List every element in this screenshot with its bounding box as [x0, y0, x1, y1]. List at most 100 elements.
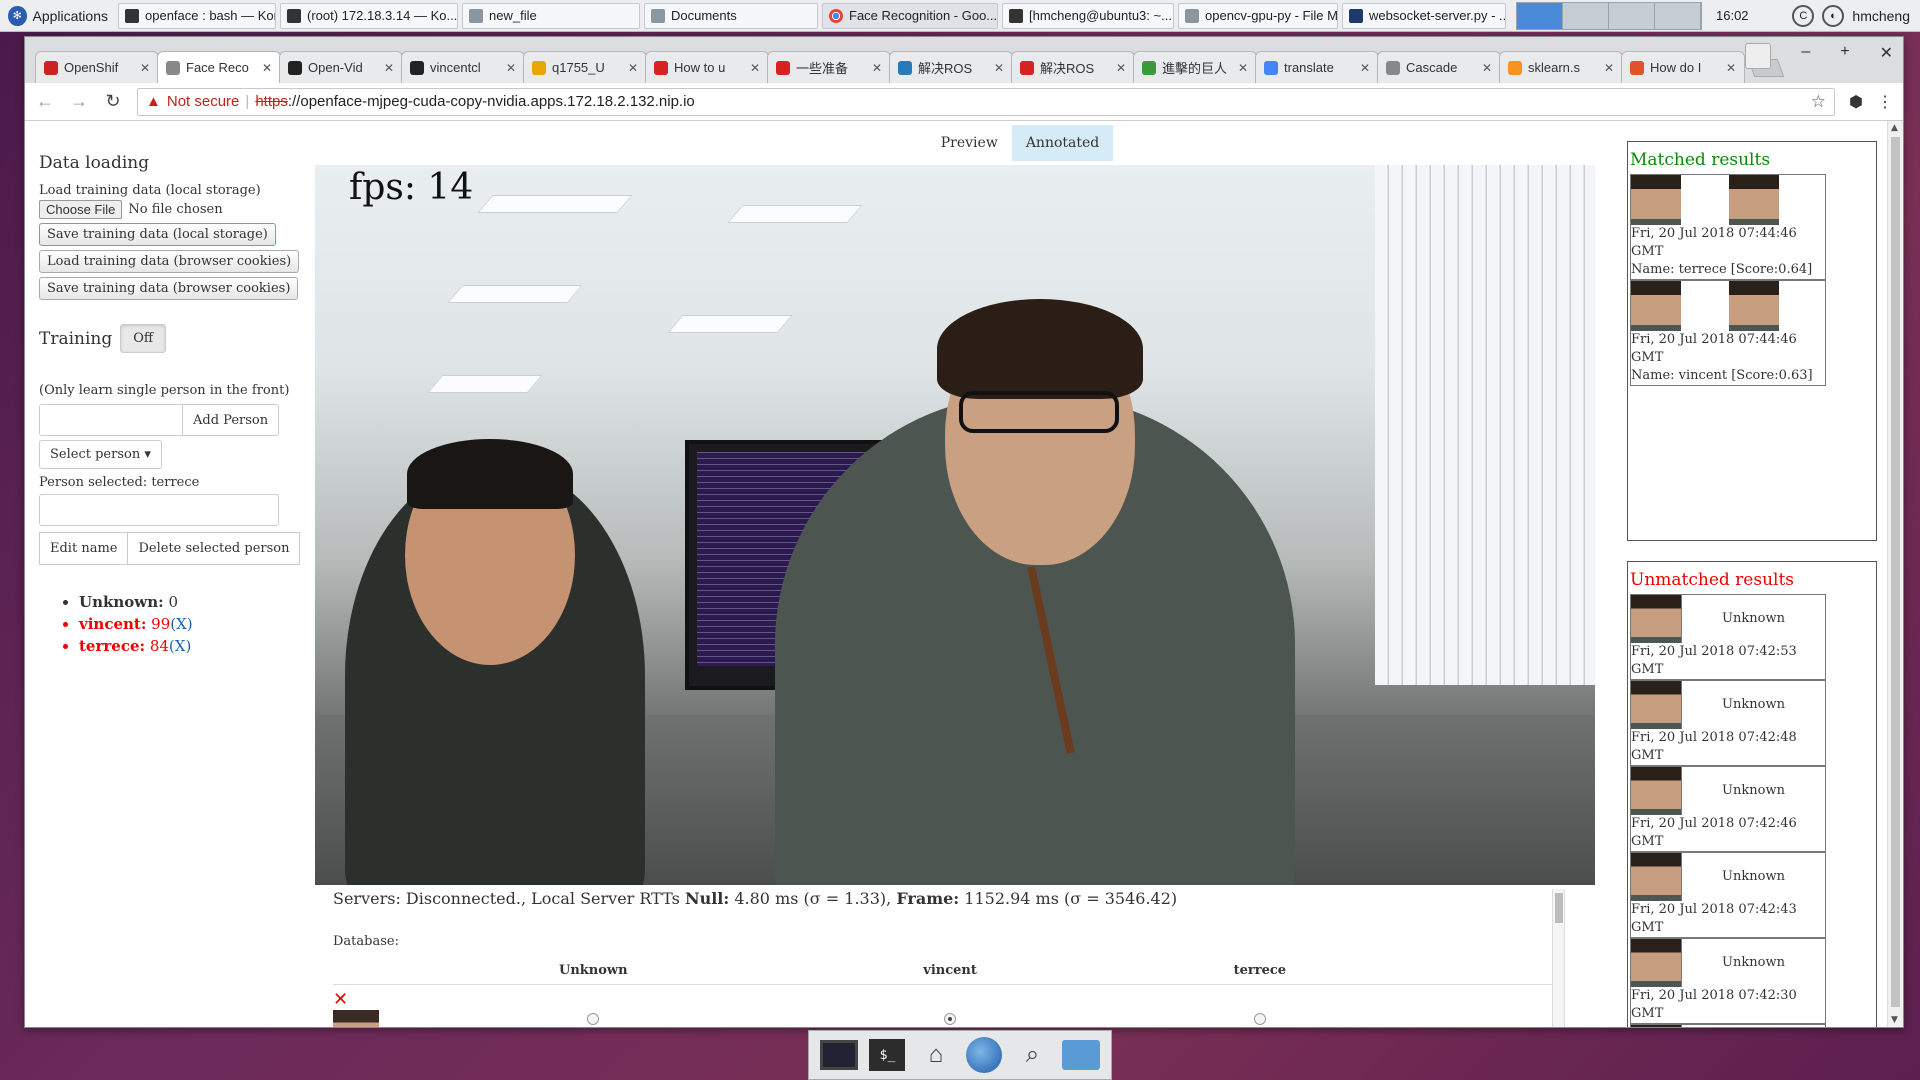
browser-tab-11[interactable]: Cascade ✕ — [1377, 51, 1501, 83]
taskbar-window-1[interactable]: (root) 172.18.3.14 — Ko... — [280, 2, 458, 29]
tab-close-icon[interactable]: ✕ — [1116, 61, 1126, 75]
taskbar-window-7[interactable]: websocket-server.py - ... — [1342, 2, 1506, 29]
remove-person-link[interactable]: (X) — [170, 615, 192, 633]
applications-menu[interactable]: ✻ Applications — [0, 0, 116, 31]
face-thumbnail — [1631, 175, 1681, 225]
browser-tab-6[interactable]: 一些准备 ✕ — [767, 51, 891, 83]
tab-close-icon[interactable]: ✕ — [1238, 61, 1248, 75]
select-person-dropdown[interactable]: Select person ▾ — [39, 440, 162, 469]
load-cookies-button[interactable]: Load training data (browser cookies) — [39, 250, 300, 273]
dock-search[interactable]: ⌕ — [1012, 1035, 1052, 1075]
taskbar-window-5[interactable]: [hmcheng@ubuntu3: ~... — [1002, 2, 1174, 29]
radio-vincent[interactable] — [944, 1012, 957, 1025]
browser-tab-9[interactable]: 進擊的巨人 ✕ — [1133, 51, 1257, 83]
taskbar-window-4[interactable]: Face Recognition - Goo... — [822, 2, 998, 29]
browser-tab-4[interactable]: q1755_U ✕ — [523, 51, 647, 83]
tab-close-icon[interactable]: ✕ — [140, 61, 150, 75]
delete-person-button[interactable]: Delete selected person — [128, 532, 301, 565]
tab-close-icon[interactable]: ✕ — [1726, 61, 1736, 75]
taskbar-window-2[interactable]: new_file — [462, 2, 640, 29]
remove-person-link[interactable]: (X) — [169, 637, 191, 655]
extension-icon[interactable]: ⬢ — [1849, 92, 1863, 112]
tab-close-icon[interactable]: ✕ — [1360, 61, 1370, 75]
scroll-up-icon[interactable]: ▲ — [1891, 123, 1898, 133]
taskbar-window-3[interactable]: Documents — [644, 2, 818, 29]
person-count: 0 — [168, 593, 178, 611]
database-scrollbar[interactable] — [1552, 889, 1564, 1027]
delete-row-icon[interactable]: ✕ — [333, 989, 348, 1010]
unmatched-item: Unknown Fri, 20 Jul 2018 07:42:43 GMT — [1630, 852, 1826, 938]
browser-tab-7[interactable]: 解决ROS ✕ — [889, 51, 1013, 83]
workspace-1[interactable] — [1517, 2, 1563, 29]
tab-close-icon[interactable]: ✕ — [384, 61, 394, 75]
taskbar-window-0[interactable]: openface : bash — Kon... — [118, 2, 276, 29]
page-scrollbar[interactable]: ▲ ▼ — [1887, 121, 1903, 1027]
radio-terrece[interactable] — [1253, 1012, 1266, 1025]
dock-files[interactable] — [1061, 1035, 1101, 1075]
scrollbar-thumb[interactable] — [1891, 137, 1900, 1007]
browser-tab-1[interactable]: Face Reco ✕ — [157, 51, 281, 83]
minimize-icon[interactable]: – — [1801, 43, 1810, 69]
tab-annotated[interactable]: Annotated — [1011, 125, 1114, 161]
edit-name-button[interactable]: Edit name — [39, 532, 129, 565]
unmatched-label: Unknown — [1681, 595, 1825, 643]
close-icon[interactable]: ✕ — [1880, 43, 1893, 69]
copyright-tray-icon[interactable]: C — [1792, 4, 1815, 27]
tab-close-icon[interactable]: ✕ — [750, 61, 760, 75]
browser-tab-13[interactable]: How do I ✕ — [1621, 51, 1745, 83]
person-name: Unknown: — [79, 593, 164, 611]
browser-tab-12[interactable]: sklearn.s ✕ — [1499, 51, 1623, 83]
person-name-input[interactable] — [39, 404, 183, 436]
network-tray-icon[interactable]: ◐ — [1822, 4, 1845, 27]
edit-name-input[interactable] — [39, 494, 279, 526]
profile-icon[interactable] — [1745, 43, 1772, 69]
user-menu[interactable]: hmcheng — [1852, 8, 1910, 24]
tab-close-icon[interactable]: ✕ — [628, 61, 638, 75]
dock-show-desktop[interactable] — [819, 1035, 859, 1075]
maximize-icon[interactable]: + — [1840, 43, 1849, 69]
tab-close-icon[interactable]: ✕ — [994, 61, 1004, 75]
clock[interactable]: 16:02 — [1716, 8, 1749, 23]
add-person-button[interactable]: Add Person — [183, 404, 280, 436]
browser-tab-0[interactable]: OpenShif ✕ — [35, 51, 159, 83]
browser-toolbar: ← → ↻ ▲ Not secure | https://openface-mj… — [25, 83, 1903, 121]
tab-close-icon[interactable]: ✕ — [1482, 61, 1492, 75]
taskbar-window-6[interactable]: opencv-gpu-py - File M... — [1178, 2, 1338, 29]
back-icon[interactable]: ← — [35, 91, 55, 112]
tab-close-icon[interactable]: ✕ — [872, 61, 882, 75]
browser-tab-2[interactable]: Open-Vid ✕ — [279, 51, 403, 83]
favicon-icon — [1630, 60, 1644, 75]
training-toggle[interactable]: Off — [120, 324, 167, 353]
tab-close-icon[interactable]: ✕ — [506, 61, 516, 75]
forward-icon[interactable]: → — [69, 91, 89, 112]
home-icon: ⌂ — [928, 1041, 944, 1068]
security-label[interactable]: Not secure — [167, 93, 240, 110]
workspace-switcher[interactable] — [1516, 1, 1702, 30]
dock-browser[interactable] — [964, 1035, 1004, 1075]
workspace-2[interactable] — [1563, 2, 1609, 29]
radio-unknown[interactable] — [587, 1012, 600, 1025]
dock-terminal[interactable]: $_ — [867, 1035, 907, 1075]
warning-icon[interactable]: ▲ — [146, 93, 161, 110]
bookmark-star-icon[interactable]: ☆ — [1811, 92, 1826, 112]
workspace-4[interactable] — [1655, 2, 1701, 29]
tab-close-icon[interactable]: ✕ — [262, 61, 272, 75]
menu-kebab-icon[interactable]: ⋮ — [1877, 92, 1893, 112]
scrollbar-thumb[interactable] — [1555, 893, 1563, 923]
unmatched-label: Unknown — [1681, 939, 1825, 987]
workspace-3[interactable] — [1609, 2, 1655, 29]
save-cookies-button[interactable]: Save training data (browser cookies) — [39, 277, 299, 300]
dock-home[interactable]: ⌂ — [916, 1035, 956, 1075]
scroll-down-icon[interactable]: ▼ — [1891, 1015, 1898, 1025]
rtt-status: Servers: Disconnected., Local Server RTT… — [333, 889, 1564, 908]
browser-tab-3[interactable]: vincentcl ✕ — [401, 51, 525, 83]
tab-close-icon[interactable]: ✕ — [1604, 61, 1614, 75]
tab-preview[interactable]: Preview — [927, 125, 1012, 161]
browser-tab-8[interactable]: 解决ROS ✕ — [1011, 51, 1135, 83]
reload-icon[interactable]: ↻ — [103, 91, 123, 112]
save-local-button[interactable]: Save training data (local storage) — [39, 223, 276, 246]
browser-tab-10[interactable]: translate ✕ — [1255, 51, 1379, 83]
address-bar[interactable]: ▲ Not secure | https://openface-mjpeg-cu… — [137, 87, 1836, 116]
choose-file-button[interactable]: Choose File — [39, 200, 123, 219]
browser-tab-5[interactable]: How to u ✕ — [645, 51, 769, 83]
